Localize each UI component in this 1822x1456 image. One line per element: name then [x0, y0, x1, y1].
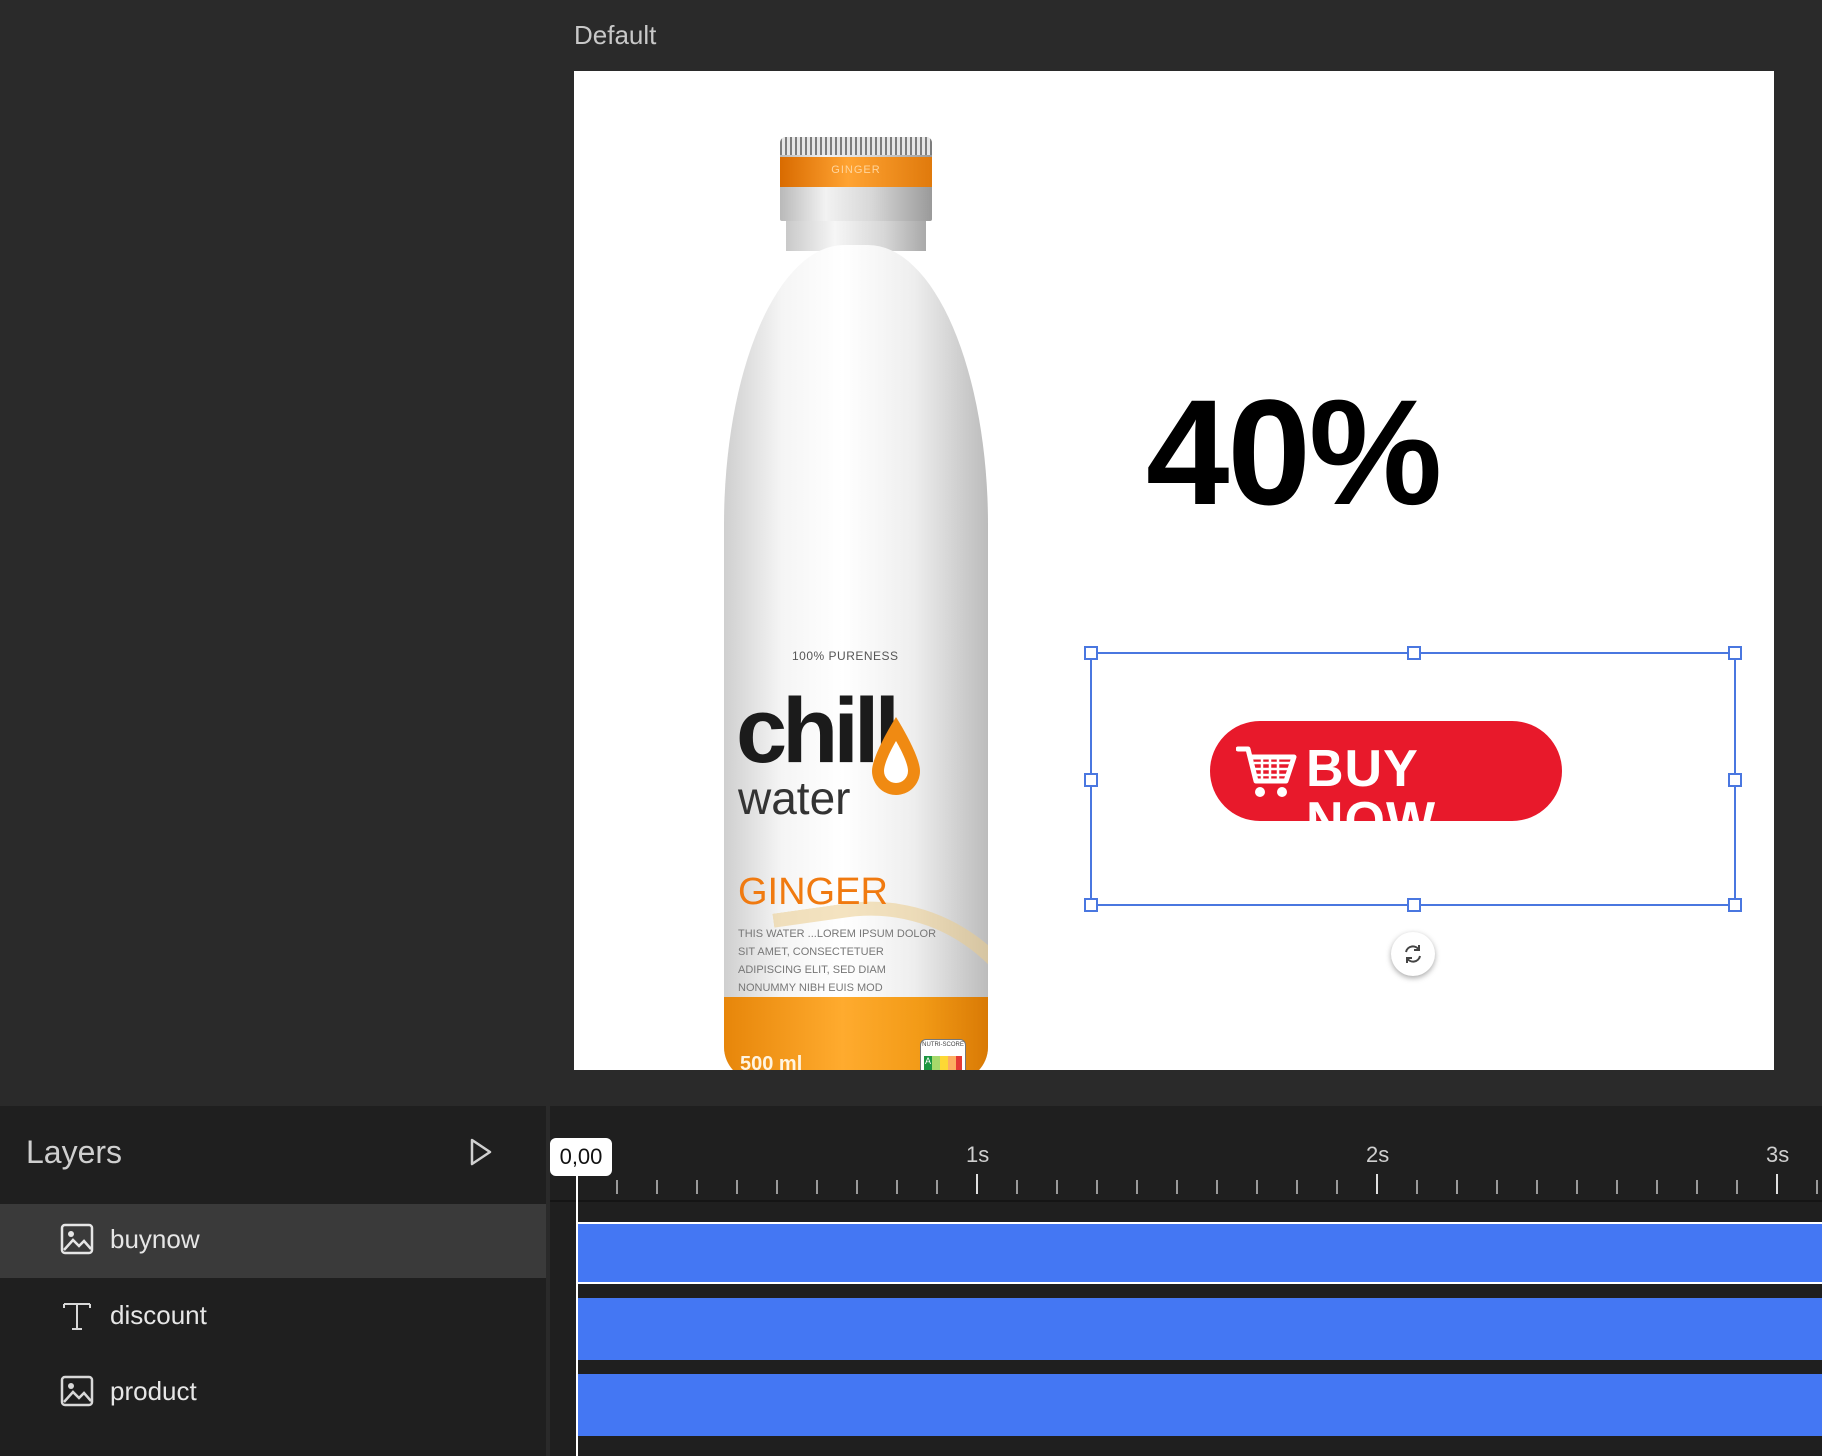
play-icon[interactable]: [462, 1134, 498, 1170]
product-image[interactable]: GINGER 100% PURENESS chill water GINGER …: [724, 137, 994, 1070]
text-icon: [63, 1303, 91, 1330]
layers-panel: Layers buynow discount product: [0, 1106, 550, 1456]
cap-band-text: GINGER: [831, 164, 881, 176]
ruler-tick: [1096, 1180, 1098, 1194]
water-drop-icon: [872, 717, 920, 795]
resize-handle-top-right[interactable]: [1728, 646, 1742, 660]
discount-text[interactable]: 40%: [1146, 377, 1442, 527]
ruler-tick: [1416, 1180, 1418, 1194]
selection-box[interactable]: [1084, 646, 1742, 912]
tick-label-3s: 3s: [1766, 1142, 1790, 1167]
ruler-tick: [1296, 1180, 1298, 1194]
ruler-tick: [696, 1180, 698, 1194]
brand-subtitle: water: [738, 772, 851, 824]
resize-handle-right[interactable]: [1728, 773, 1742, 787]
image-icon: [60, 1375, 94, 1407]
ruler-tick: [616, 1180, 618, 1194]
track-product[interactable]: [578, 1374, 1822, 1436]
ruler-tick: [1616, 1180, 1618, 1194]
bottle-cap: GINGER: [780, 137, 932, 221]
layers-title: Layers: [26, 1134, 123, 1170]
ruler-tick: [936, 1180, 938, 1194]
layer-row-discount[interactable]: discount: [0, 1280, 546, 1354]
ruler-tick: [1496, 1180, 1498, 1194]
rotate-handle[interactable]: [1391, 932, 1435, 976]
ruler-major-tick: [976, 1174, 978, 1194]
layer-row-product[interactable]: product: [0, 1356, 546, 1430]
ruler-tick: [856, 1180, 858, 1194]
playhead-line[interactable]: [576, 1176, 578, 1456]
resize-handle-bottom[interactable]: [1407, 898, 1421, 912]
ruler-tick: [1256, 1180, 1258, 1194]
ruler-tick: [1696, 1180, 1698, 1194]
ruler-tick: [776, 1180, 778, 1194]
cap-band: GINGER: [780, 157, 932, 187]
bottle-body: 100% PURENESS chill water GINGER THIS WA…: [724, 245, 988, 1070]
ruler-tick: [896, 1180, 898, 1194]
layer-name: buynow: [110, 1224, 200, 1254]
ruler-tick: [1056, 1180, 1058, 1194]
nutri-bar-d: [948, 1056, 956, 1070]
ruler-tick: [1536, 1180, 1538, 1194]
ruler-tick: [1136, 1180, 1138, 1194]
layer-name: discount: [110, 1300, 207, 1330]
resize-handle-left[interactable]: [1084, 773, 1098, 787]
ruler-tick: [1576, 1180, 1578, 1194]
ruler-tick: [1816, 1180, 1818, 1194]
artboard-canvas[interactable]: GINGER 100% PURENESS chill water GINGER …: [574, 71, 1774, 1070]
track-buynow[interactable]: [578, 1222, 1822, 1284]
resize-handle-top-left[interactable]: [1084, 646, 1098, 660]
ruler-tick: [1456, 1180, 1458, 1194]
time-ruler[interactable]: 1s 2s 3s: [550, 1106, 1822, 1202]
tick-label-2s: 2s: [1366, 1142, 1390, 1167]
resize-handle-bottom-left[interactable]: [1084, 898, 1098, 912]
layer-row-buynow[interactable]: buynow: [0, 1204, 546, 1278]
ruler-tick: [1176, 1180, 1178, 1194]
ruler-tick: [1216, 1180, 1218, 1194]
flavor-text: GINGER: [738, 871, 888, 913]
timeline-panel: Layers buynow discount product 1s 2s 3s …: [0, 1106, 1822, 1456]
nutri-bar-b: [932, 1056, 940, 1070]
purity-text: 100% PURENESS: [792, 649, 899, 663]
resize-handle-bottom-right[interactable]: [1728, 898, 1742, 912]
track-discount[interactable]: [578, 1298, 1822, 1360]
ruler-major-tick: [1776, 1174, 1778, 1194]
nutri-score-label: NUTRI-SCORE: [922, 1042, 964, 1048]
nutri-score-badge: NUTRI-SCORE A: [920, 1039, 966, 1070]
layer-name: product: [110, 1376, 197, 1406]
nutri-bar-e: [956, 1056, 962, 1070]
nutri-bar-c: [940, 1056, 948, 1070]
frame-label: Default: [574, 20, 657, 50]
resize-handle-top[interactable]: [1407, 646, 1421, 660]
nutri-grade: A: [924, 1056, 932, 1070]
rotate-icon: [1405, 945, 1421, 963]
ruler-tick: [1016, 1180, 1018, 1194]
ruler-tick: [816, 1180, 818, 1194]
volume-text: 500 ml: [740, 1053, 803, 1070]
playhead-time[interactable]: 0,00: [550, 1138, 612, 1176]
ruler-major-tick: [1376, 1174, 1378, 1194]
ruler-tick: [736, 1180, 738, 1194]
image-icon: [60, 1223, 94, 1255]
ruler-tick: [656, 1180, 658, 1194]
cap-ridges: [780, 137, 932, 155]
ruler-tick: [1336, 1180, 1338, 1194]
ruler-tick: [1656, 1180, 1658, 1194]
ruler-tick: [1736, 1180, 1738, 1194]
tick-label-1s: 1s: [966, 1142, 990, 1167]
